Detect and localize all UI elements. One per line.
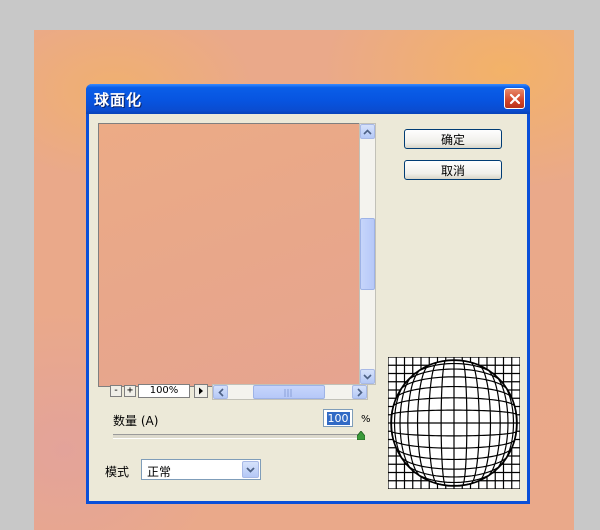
cancel-button[interactable]: 取消 bbox=[404, 160, 502, 180]
grid-lines bbox=[387, 356, 521, 490]
dialog-title: 球面化 bbox=[94, 91, 143, 109]
preview-area[interactable] bbox=[98, 123, 361, 387]
zoom-in-button[interactable]: + bbox=[124, 385, 136, 397]
zoom-level-field[interactable]: 100% bbox=[138, 384, 190, 398]
amount-input[interactable]: 100 bbox=[323, 409, 353, 427]
horizontal-scrollbar[interactable] bbox=[212, 384, 368, 400]
zoom-out-button[interactable]: - bbox=[110, 385, 122, 397]
vertical-scroll-thumb[interactable] bbox=[360, 218, 375, 290]
spherize-dialog: 球面化 - + 100% 确定 取消 数量 (A) 100 % 模式 正常 bbox=[86, 84, 530, 504]
scroll-up-button[interactable] bbox=[360, 124, 375, 139]
arrow-right-icon bbox=[199, 387, 203, 395]
ok-button[interactable]: 确定 bbox=[404, 129, 502, 149]
mode-selected-value: 正常 bbox=[147, 465, 172, 479]
arrow-up-icon bbox=[363, 128, 372, 135]
amount-value: 100 bbox=[326, 411, 350, 425]
preview-toolbar: - + 100% bbox=[98, 384, 368, 400]
arrow-right-icon bbox=[356, 387, 363, 397]
close-icon bbox=[509, 93, 520, 104]
spherize-grid-icon bbox=[387, 356, 521, 490]
close-button[interactable] bbox=[504, 88, 525, 109]
slider-triangle-icon[interactable] bbox=[357, 431, 365, 440]
scroll-right-button[interactable] bbox=[352, 385, 367, 399]
amount-label: 数量 (A) bbox=[113, 414, 159, 428]
arrow-left-icon bbox=[217, 387, 224, 397]
mode-label: 模式 bbox=[105, 465, 130, 479]
amount-slider-track[interactable] bbox=[113, 434, 361, 439]
zoom-menu-button[interactable] bbox=[194, 384, 208, 398]
mode-select[interactable]: 正常 bbox=[141, 459, 261, 480]
title-bar[interactable]: 球面化 bbox=[86, 84, 530, 114]
chevron-down-icon bbox=[246, 466, 255, 473]
scroll-left-button[interactable] bbox=[213, 385, 228, 399]
amount-unit: % bbox=[361, 414, 371, 425]
scroll-down-button[interactable] bbox=[360, 369, 375, 384]
horizontal-scroll-thumb[interactable] bbox=[253, 385, 325, 399]
vertical-scrollbar[interactable] bbox=[359, 123, 376, 385]
mode-dropdown-button[interactable] bbox=[242, 461, 259, 478]
arrow-down-icon bbox=[363, 373, 372, 380]
spherize-preview-grid bbox=[387, 356, 521, 490]
grip-icon bbox=[284, 389, 292, 397]
